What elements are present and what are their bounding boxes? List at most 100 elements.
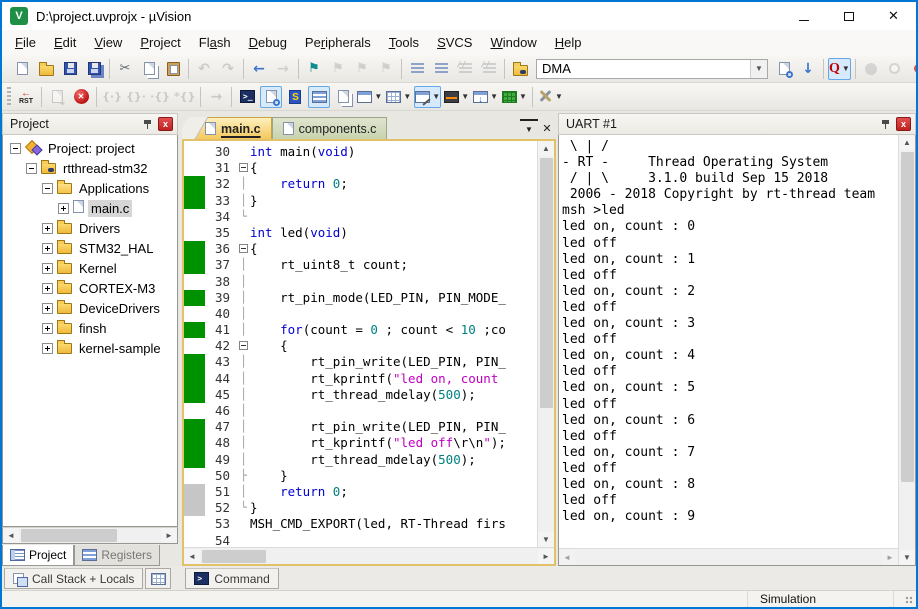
step-out-button[interactable]: ·{}	[149, 86, 171, 108]
step-over-button[interactable]: {}·	[125, 86, 147, 108]
scroll-down-icon[interactable]: ▼	[538, 532, 554, 547]
step-button[interactable]: {·}	[101, 86, 123, 108]
paste-button[interactable]	[162, 58, 184, 80]
code-line-39[interactable]: 39│ rt_pin_mode(LED_PIN, PIN_MODE_	[184, 290, 537, 306]
dropdown-arrow-icon[interactable]: ▼	[555, 92, 563, 101]
copy-button[interactable]	[138, 58, 160, 80]
scroll-thumb[interactable]	[202, 550, 266, 563]
debug-settings-button[interactable]: ▼	[537, 86, 564, 108]
menu-flash[interactable]: Flash	[190, 32, 240, 53]
resize-grip[interactable]	[894, 591, 916, 607]
tab-registers[interactable]: Registers	[74, 545, 160, 566]
uncomment-button[interactable]	[478, 58, 500, 80]
uart-output[interactable]: \ | /- RT - Thread Operating System / | …	[559, 135, 898, 548]
close-button[interactable]: ✕	[871, 2, 916, 30]
run-button[interactable]: ↓	[46, 86, 68, 108]
scroll-left-icon[interactable]: ◄	[184, 549, 200, 564]
fold-collapse-icon[interactable]	[239, 244, 248, 253]
command-window-button[interactable]: >_	[236, 86, 258, 108]
editor-tab-components-c[interactable]: components.c	[272, 117, 388, 139]
tree-item-devicedrivers[interactable]: DeviceDrivers	[3, 298, 177, 318]
combo-dropdown-icon[interactable]: ▼	[750, 60, 767, 78]
save-button[interactable]	[59, 58, 81, 80]
close-panel-button[interactable]: x	[896, 117, 911, 131]
scroll-up-icon[interactable]: ▲	[899, 135, 915, 150]
code-line-49[interactable]: 49│ rt_thread_mdelay(500);	[184, 452, 537, 468]
dropdown-arrow-icon[interactable]: ▼	[374, 92, 382, 101]
toggle-breakpoint-button[interactable]	[860, 58, 882, 80]
watch-window-button[interactable]: ▼	[356, 86, 383, 108]
expand-icon[interactable]	[42, 263, 53, 274]
menu-view[interactable]: View	[85, 32, 131, 53]
code-line-36[interactable]: 36{	[184, 241, 537, 257]
tree-item-main-c[interactable]: main.c	[3, 198, 177, 218]
editor-vscrollbar[interactable]: ▲ ▼	[537, 141, 554, 547]
serial-window-button[interactable]: ▼	[414, 86, 441, 108]
menu-tools[interactable]: Tools	[380, 32, 428, 53]
editor-hscrollbar[interactable]: ◄ ►	[184, 547, 554, 564]
code-line-54[interactable]: 54	[184, 533, 537, 548]
tab-command[interactable]: > Command	[185, 568, 278, 589]
tree-item-drivers[interactable]: Drivers	[3, 218, 177, 238]
insert-bookmark-button[interactable]: ⚑	[303, 58, 325, 80]
code-line-41[interactable]: 41│ for(count = 0 ; count < 10 ;co	[184, 322, 537, 338]
undo-button[interactable]: ↶	[193, 58, 215, 80]
scroll-right-icon[interactable]: ►	[161, 528, 177, 543]
code-line-31[interactable]: 31{	[184, 160, 537, 176]
dropdown-arrow-icon[interactable]: ▼	[490, 92, 498, 101]
redo-button[interactable]: ↷	[217, 58, 239, 80]
comment-button[interactable]	[454, 58, 476, 80]
code-line-48[interactable]: 48│ rt_kprintf("led off\r\n");	[184, 435, 537, 451]
code-line-44[interactable]: 44│ rt_kprintf("led on, count	[184, 371, 537, 387]
scroll-right-icon[interactable]: ►	[538, 549, 554, 564]
pin-icon[interactable]	[881, 119, 890, 130]
code-line-52[interactable]: 52└}	[184, 500, 537, 516]
uart-hscrollbar[interactable]: ◄ ►	[559, 548, 898, 565]
clear-bookmarks-button[interactable]: ⚑	[375, 58, 397, 80]
dropdown-arrow-icon[interactable]: ▼	[842, 64, 850, 73]
code-line-45[interactable]: 45│ rt_thread_mdelay(500);	[184, 387, 537, 403]
run-to-line-button[interactable]: *{}	[173, 86, 196, 108]
toolbox-button[interactable]: ▼	[501, 86, 528, 108]
code-line-51[interactable]: 51│ return 0;	[184, 484, 537, 500]
scroll-up-icon[interactable]: ▲	[538, 141, 554, 156]
tree-item-finsh[interactable]: finsh	[3, 318, 177, 338]
menu-edit[interactable]: Edit	[45, 32, 85, 53]
expand-icon[interactable]	[42, 303, 53, 314]
next-bookmark-button[interactable]: ⚑	[327, 58, 349, 80]
scroll-left-icon[interactable]: ◄	[559, 550, 575, 565]
pin-icon[interactable]	[143, 119, 152, 130]
expand-icon[interactable]	[42, 223, 53, 234]
new-file-button[interactable]	[11, 58, 33, 80]
tab-list-menu-icon[interactable]: ▼	[520, 119, 538, 137]
tree-item-applications[interactable]: Applications	[3, 178, 177, 198]
fold-collapse-icon[interactable]	[239, 163, 248, 172]
uart-vscrollbar[interactable]: ▲ ▼	[898, 135, 915, 565]
expand-icon[interactable]	[42, 323, 53, 334]
tree-item-kernel[interactable]: Kernel	[3, 258, 177, 278]
registers-window-button[interactable]	[308, 86, 330, 108]
system-viewer-button[interactable]: ↓▼	[472, 86, 499, 108]
minimize-button[interactable]	[781, 2, 826, 30]
find-in-files-doc-button[interactable]	[773, 58, 795, 80]
navigate-back-button[interactable]: ←	[248, 58, 270, 80]
code-line-35[interactable]: 35int led(void)	[184, 225, 537, 241]
code-line-40[interactable]: 40│	[184, 306, 537, 322]
code-line-46[interactable]: 46│	[184, 403, 537, 419]
find-next-button[interactable]: ↓	[797, 58, 819, 80]
menu-window[interactable]: Window	[481, 32, 545, 53]
close-file-icon[interactable]: ✕	[538, 119, 556, 137]
scroll-down-icon[interactable]: ▼	[899, 550, 915, 565]
expand-icon[interactable]	[42, 343, 53, 354]
tab-project[interactable]: Project	[2, 545, 74, 566]
code-line-30[interactable]: 30int main(void)	[184, 144, 537, 160]
scroll-thumb[interactable]	[901, 152, 914, 482]
code-line-50[interactable]: 50├ }	[184, 468, 537, 484]
tree-item-cortex-m3[interactable]: CORTEX-M3	[3, 278, 177, 298]
code-line-37[interactable]: 37│ rt_uint8_t count;	[184, 257, 537, 273]
fold-collapse-icon[interactable]	[239, 341, 248, 350]
dropdown-arrow-icon[interactable]: ▼	[403, 92, 411, 101]
code-line-47[interactable]: 47│ rt_pin_write(LED_PIN, PIN_	[184, 419, 537, 435]
call-stack-window-button[interactable]	[332, 86, 354, 108]
expand-icon[interactable]	[42, 243, 53, 254]
